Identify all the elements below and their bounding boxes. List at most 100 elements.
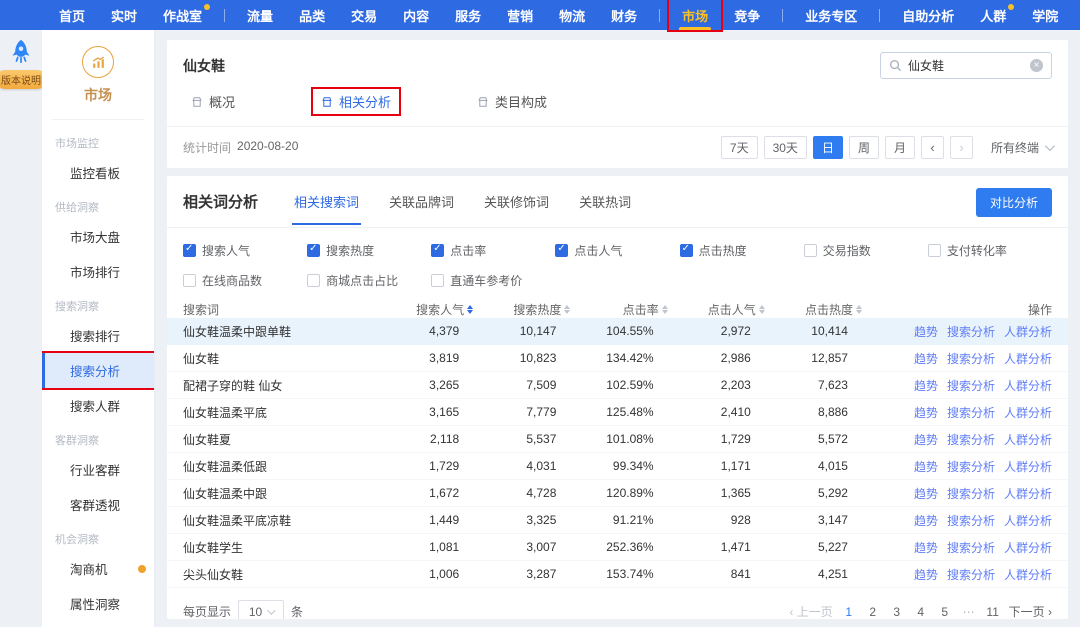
metric-checkbox-item[interactable]: 点击率: [431, 242, 555, 259]
page-number[interactable]: 4: [913, 603, 929, 620]
search-analysis-link[interactable]: 搜索分析: [947, 404, 995, 421]
sidebar-item[interactable]: 市场排行: [42, 254, 154, 289]
topnav-item[interactable]: 品类: [286, 0, 338, 30]
metric-checkbox-item[interactable]: 点击人气: [555, 242, 679, 259]
search-analysis-link[interactable]: 搜索分析: [947, 485, 995, 502]
trend-link[interactable]: 趋势: [914, 512, 938, 529]
page-size-select[interactable]: 10: [238, 600, 284, 619]
next-page-button[interactable]: 下一页 ›: [1009, 603, 1052, 619]
crowd-analysis-link[interactable]: 人群分析: [1004, 377, 1052, 394]
metric-checkbox-item[interactable]: 交易指数: [804, 242, 928, 259]
sort-caret-icon[interactable]: [759, 305, 765, 314]
crowd-analysis-link[interactable]: 人群分析: [1004, 566, 1052, 583]
page-tab[interactable]: 类目构成: [469, 89, 555, 114]
topnav-item[interactable]: [782, 9, 783, 22]
page-number[interactable]: 3: [889, 603, 905, 620]
sidebar-item[interactable]: 机会洞察: [42, 522, 154, 551]
checkbox-icon[interactable]: [307, 274, 320, 287]
sidebar-item[interactable]: 搜索人群: [42, 388, 154, 423]
search-analysis-link[interactable]: 搜索分析: [947, 458, 995, 475]
crowd-analysis-link[interactable]: 人群分析: [1004, 512, 1052, 529]
trend-link[interactable]: 趋势: [914, 485, 938, 502]
date-range-button[interactable]: 日: [813, 136, 843, 159]
trend-link[interactable]: 趋势: [914, 458, 938, 475]
table-column-header[interactable]: 搜索词: [183, 301, 388, 318]
next-date-button[interactable]: ›: [950, 136, 973, 159]
topnav-item[interactable]: 流量: [234, 0, 286, 30]
sort-caret-icon[interactable]: [467, 305, 473, 314]
sort-caret-icon[interactable]: [662, 305, 668, 314]
search-analysis-link[interactable]: 搜索分析: [947, 566, 995, 583]
checkbox-icon[interactable]: [307, 244, 320, 257]
page-number[interactable]: 11: [985, 603, 1001, 620]
crowd-analysis-link[interactable]: 人群分析: [1004, 431, 1052, 448]
date-range-button[interactable]: 7天: [721, 136, 758, 159]
table-column-header[interactable]: 操作: [874, 301, 1052, 318]
sidebar-item[interactable]: 市场大盘: [42, 219, 154, 254]
sidebar-item[interactable]: 监控看板: [42, 155, 154, 190]
analysis-tab[interactable]: 关联品牌词: [387, 190, 456, 225]
topnav-item[interactable]: 作战室: [150, 0, 215, 30]
sidebar-item[interactable]: 淘商机: [42, 551, 154, 586]
sidebar-item[interactable]: 客群透视: [42, 487, 154, 522]
topnav-item[interactable]: 自助分析: [889, 0, 967, 30]
topnav-item[interactable]: 营销: [494, 0, 546, 30]
search-analysis-link[interactable]: 搜索分析: [947, 377, 995, 394]
topnav-item[interactable]: 交易: [338, 0, 390, 30]
topnav-item[interactable]: 服务: [442, 0, 494, 30]
trend-link[interactable]: 趋势: [914, 566, 938, 583]
metric-checkbox-item[interactable]: 商城点击占比: [307, 272, 431, 289]
sidebar-item[interactable]: 供给洞察: [42, 190, 154, 219]
metric-checkbox-item[interactable]: 搜索热度: [307, 242, 431, 259]
metric-checkbox-item[interactable]: 点击热度: [680, 242, 804, 259]
sidebar-item[interactable]: 市场监控: [42, 126, 154, 155]
table-column-header[interactable]: 点击人气: [680, 301, 777, 318]
topnav-item[interactable]: 物流: [546, 0, 598, 30]
page-number[interactable]: 2: [865, 603, 881, 620]
sort-caret-icon[interactable]: [856, 305, 862, 314]
search-analysis-link[interactable]: 搜索分析: [947, 350, 995, 367]
table-column-header[interactable]: 点击率: [582, 301, 679, 318]
checkbox-icon[interactable]: [431, 244, 444, 257]
sidebar-item[interactable]: 客群洞察: [42, 423, 154, 452]
metric-checkbox-item[interactable]: 在线商品数: [183, 272, 307, 289]
crowd-analysis-link[interactable]: 人群分析: [1004, 350, 1052, 367]
date-range-button[interactable]: 周: [849, 136, 879, 159]
table-column-header[interactable]: 点击热度: [777, 301, 874, 318]
prev-date-button[interactable]: ‹: [921, 136, 944, 159]
topnav-item[interactable]: 实时: [98, 0, 150, 30]
topnav-item[interactable]: 内容: [390, 0, 442, 30]
sidebar-item[interactable]: 搜索排行: [42, 318, 154, 353]
checkbox-icon[interactable]: [431, 274, 444, 287]
search-analysis-link[interactable]: 搜索分析: [947, 323, 995, 340]
checkbox-icon[interactable]: [183, 274, 196, 287]
sidebar-item[interactable]: 产品洞察: [42, 621, 154, 627]
topnav-item[interactable]: 业务专区: [792, 0, 870, 30]
keyword-search-input[interactable]: 仙女鞋 ×: [880, 52, 1052, 79]
version-note-badge[interactable]: 版本说明: [0, 70, 46, 89]
trend-link[interactable]: 趋势: [914, 431, 938, 448]
analysis-tab[interactable]: 相关搜索词: [292, 190, 361, 225]
page-number[interactable]: 5: [937, 603, 953, 620]
topnav-item[interactable]: 人群: [967, 0, 1019, 30]
crowd-analysis-link[interactable]: 人群分析: [1004, 458, 1052, 475]
topnav-item[interactable]: 财务: [598, 0, 650, 30]
search-analysis-link[interactable]: 搜索分析: [947, 431, 995, 448]
date-range-button[interactable]: 月: [885, 136, 915, 159]
compare-analysis-button[interactable]: 对比分析: [976, 188, 1052, 217]
checkbox-icon[interactable]: [804, 244, 817, 257]
checkbox-icon[interactable]: [555, 244, 568, 257]
crowd-analysis-link[interactable]: 人群分析: [1004, 485, 1052, 502]
crowd-analysis-link[interactable]: 人群分析: [1004, 404, 1052, 421]
topnav-item[interactable]: 市场: [669, 0, 721, 30]
sidebar-item[interactable]: 属性洞察: [42, 586, 154, 621]
checkbox-icon[interactable]: [183, 244, 196, 257]
topnav-item[interactable]: [879, 9, 880, 22]
trend-link[interactable]: 趋势: [914, 404, 938, 421]
page-number[interactable]: ⋯: [961, 603, 977, 620]
topnav-item[interactable]: [224, 9, 225, 22]
topnav-item[interactable]: 学院: [1019, 0, 1071, 30]
terminal-dropdown[interactable]: 所有终端: [991, 139, 1052, 156]
checkbox-icon[interactable]: [680, 244, 693, 257]
analysis-tab[interactable]: 关联修饰词: [482, 190, 551, 225]
